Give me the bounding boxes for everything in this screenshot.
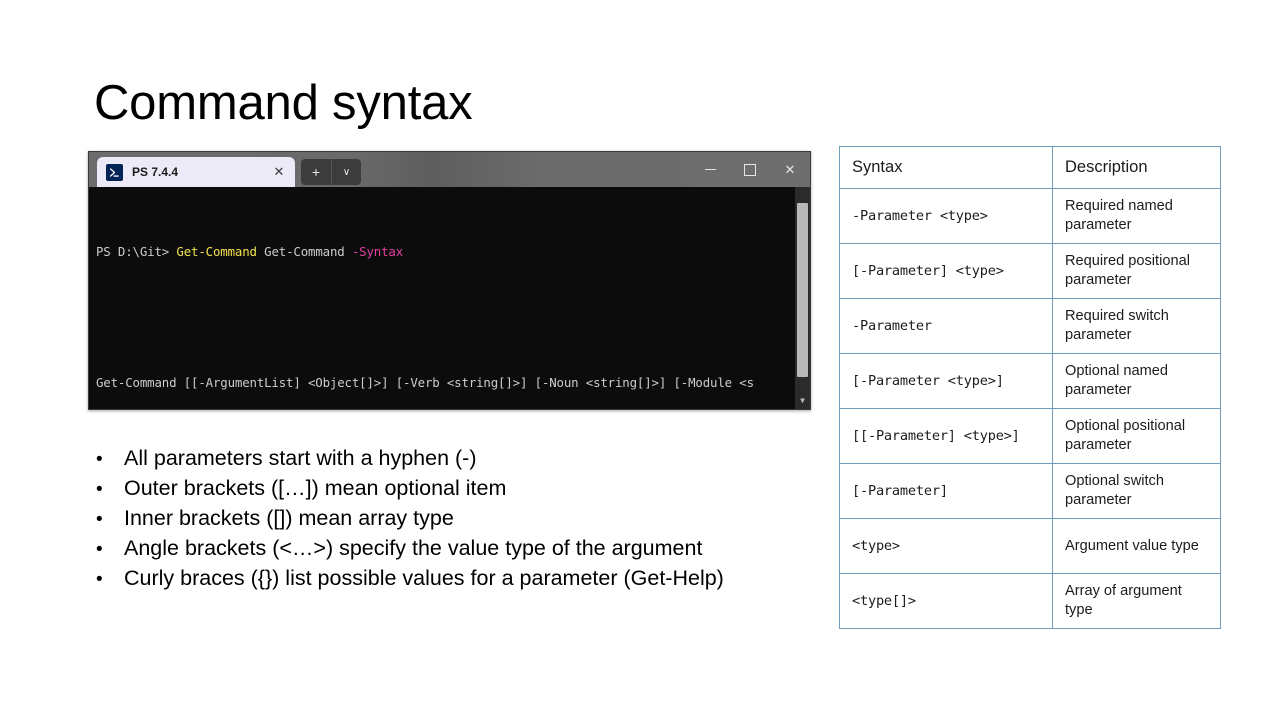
close-icon[interactable]: ✕ <box>271 164 287 180</box>
terminal-output-area[interactable]: PS D:\Git> Get-Command Get-Command -Synt… <box>89 187 810 409</box>
column-header-description: Description <box>1053 147 1221 189</box>
cell-syntax: <type[]> <box>840 574 1053 629</box>
bullet-marker-icon: • <box>96 445 124 474</box>
table-header-row: Syntax Description <box>840 147 1221 189</box>
table-row: [-Parameter] Optional switch parameter <box>840 464 1221 519</box>
cell-syntax: [-Parameter] <box>840 464 1053 519</box>
page-title: Command syntax <box>94 72 472 134</box>
cell-syntax: [[-Parameter] <type>] <box>840 409 1053 464</box>
chevron-down-icon[interactable]: ∨ <box>331 159 361 185</box>
cell-description: Argument value type <box>1053 519 1221 574</box>
prompt-text: PS D:\Git> <box>96 244 176 259</box>
terminal-titlebar: PS 7.4.4 ✕ + ∨ ✕ <box>89 152 810 187</box>
cell-syntax: -Parameter <type> <box>840 189 1053 244</box>
table-row: <type> Argument value type <box>840 519 1221 574</box>
table-row: [-Parameter <type>] Optional named param… <box>840 354 1221 409</box>
terminal-scrollbar[interactable]: ▲ ▼ <box>795 187 810 409</box>
list-item-text: Curly braces ({}) list possible values f… <box>124 564 816 593</box>
cell-description: Optional positional parameter <box>1053 409 1221 464</box>
list-item: • Angle brackets (<…>) specify the value… <box>96 534 816 564</box>
cell-description: Required switch parameter <box>1053 299 1221 354</box>
close-window-icon[interactable]: ✕ <box>770 152 810 187</box>
powershell-terminal-window: PS 7.4.4 ✕ + ∨ ✕ PS D:\Git> Get-Command … <box>88 151 811 410</box>
column-header-syntax: Syntax <box>840 147 1053 189</box>
maximize-icon[interactable] <box>730 152 770 187</box>
scroll-down-icon[interactable]: ▼ <box>795 394 810 409</box>
table-row: -Parameter Required switch parameter <box>840 299 1221 354</box>
list-item: • All parameters start with a hyphen (-) <box>96 444 816 474</box>
cell-description: Array of argument type <box>1053 574 1221 629</box>
syntax-reference-table: Syntax Description -Parameter <type> Req… <box>839 146 1221 629</box>
bullet-list: • All parameters start with a hyphen (-)… <box>96 444 816 594</box>
table-row: -Parameter <type> Required named paramet… <box>840 189 1221 244</box>
new-tab-icon[interactable]: + <box>301 159 331 185</box>
cell-syntax: <type> <box>840 519 1053 574</box>
list-item-text: Outer brackets ([…]) mean optional item <box>124 474 816 503</box>
command-argument: Get-Command <box>257 244 352 259</box>
list-item-text: All parameters start with a hyphen (-) <box>124 444 816 473</box>
list-item-text: Inner brackets ([]) mean array type <box>124 504 816 533</box>
command-name: Get-Command <box>176 244 256 259</box>
cell-syntax: [-Parameter <type>] <box>840 354 1053 409</box>
minimize-icon[interactable] <box>690 152 730 187</box>
spacer <box>96 310 810 326</box>
syntax-output-line: Get-Command [[-ArgumentList] <Object[]>]… <box>96 375 810 391</box>
table-row: [[-Parameter] <type>] Optional positiona… <box>840 409 1221 464</box>
command-parameter: -Syntax <box>352 244 403 259</box>
list-item: • Curly braces ({}) list possible values… <box>96 564 816 594</box>
bullet-marker-icon: • <box>96 535 124 564</box>
scrollbar-thumb[interactable] <box>797 203 808 377</box>
slide-canvas: Command syntax PS 7.4.4 ✕ + ∨ <box>0 0 1280 720</box>
tabbar-buttons: + ∨ <box>301 159 361 185</box>
cell-description: Optional switch parameter <box>1053 464 1221 519</box>
table-row: [-Parameter] <type> Required positional … <box>840 244 1221 299</box>
terminal-tab-ps744[interactable]: PS 7.4.4 ✕ <box>97 157 295 187</box>
bullet-marker-icon: • <box>96 475 124 504</box>
cell-description: Optional named parameter <box>1053 354 1221 409</box>
list-item: • Outer brackets ([…]) mean optional ite… <box>96 474 816 504</box>
bullet-marker-icon: • <box>96 505 124 534</box>
terminal-tab-label: PS 7.4.4 <box>132 165 271 179</box>
cell-syntax: [-Parameter] <type> <box>840 244 1053 299</box>
list-item: • Inner brackets ([]) mean array type <box>96 504 816 534</box>
cell-syntax: -Parameter <box>840 299 1053 354</box>
terminal-prompt-line: PS D:\Git> Get-Command Get-Command -Synt… <box>96 244 810 260</box>
list-item-text: Angle brackets (<…>) specify the value t… <box>124 534 816 563</box>
cell-description: Required positional parameter <box>1053 244 1221 299</box>
bullet-marker-icon: • <box>96 565 124 594</box>
cell-description: Required named parameter <box>1053 189 1221 244</box>
table-row: <type[]> Array of argument type <box>840 574 1221 629</box>
window-controls: ✕ <box>690 152 810 187</box>
powershell-icon <box>106 164 123 181</box>
